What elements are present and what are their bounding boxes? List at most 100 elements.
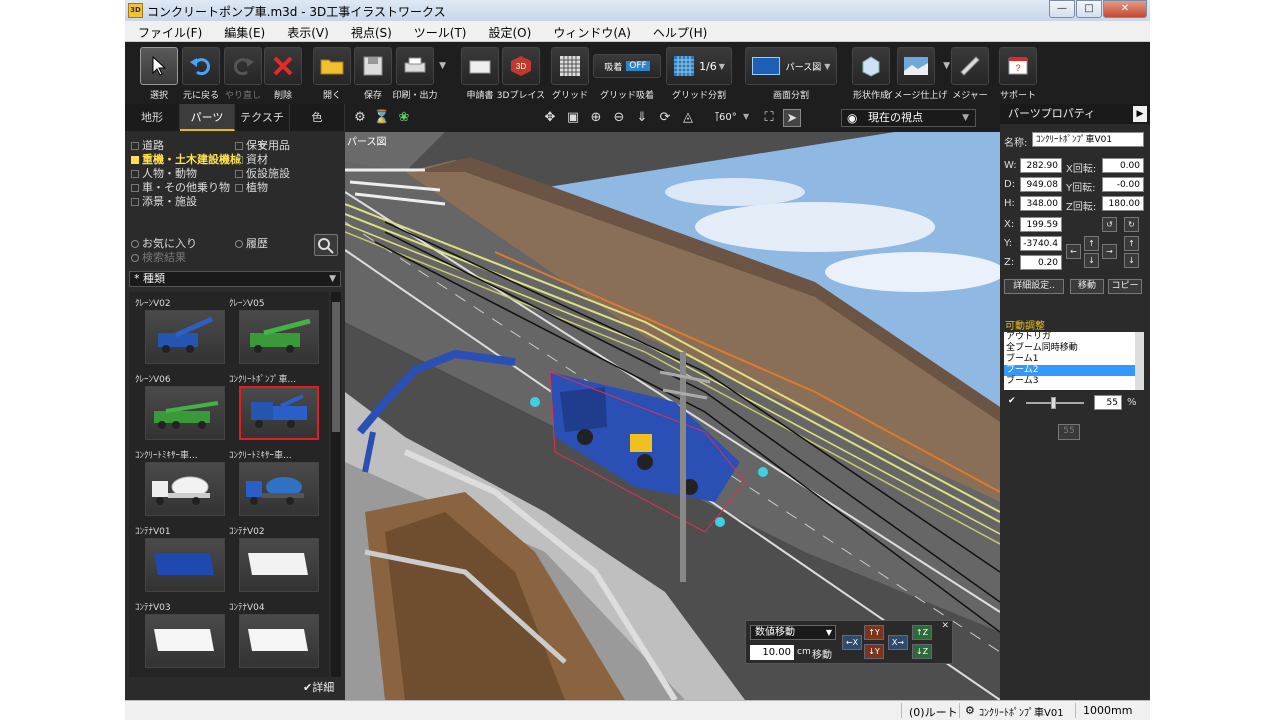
- z-position-field[interactable]: 0.20: [1020, 255, 1062, 270]
- copy-button[interactable]: コピー: [1108, 279, 1142, 294]
- select-cursor-icon[interactable]: ➤: [783, 109, 801, 127]
- joint-list[interactable]: アウトリガ 全ブーム同時移動 ブーム1 ブーム2 ブーム3: [1004, 332, 1144, 390]
- menu-viewpoint[interactable]: 視点(S): [338, 21, 401, 41]
- tilt-icon[interactable]: ◬: [679, 109, 697, 127]
- tab-terrain[interactable]: 地形: [125, 104, 180, 131]
- part-thumbnail[interactable]: ｸﾚｰﾝV02: [135, 296, 227, 370]
- view-angle-dropdown-icon[interactable]: ▼: [743, 112, 749, 121]
- move-arrows-icon[interactable]: ✥: [541, 109, 559, 127]
- print-button[interactable]: ▼ 印刷・出力: [392, 47, 446, 103]
- maximize-button[interactable]: □: [1076, 0, 1102, 18]
- move-minus-y-button[interactable]: ↓Y: [864, 644, 884, 659]
- depth-field[interactable]: 949.08: [1020, 177, 1062, 192]
- move-button[interactable]: 移動: [1070, 279, 1104, 294]
- zoom-area-icon[interactable]: ▣: [564, 109, 582, 127]
- list-item[interactable]: ブーム3: [1004, 376, 1144, 387]
- image-finish-dropdown-icon[interactable]: ▼: [943, 61, 950, 71]
- delete-button[interactable]: 削除: [263, 47, 303, 103]
- menu-edit[interactable]: 編集(E): [211, 21, 274, 41]
- menu-view[interactable]: 表示(V): [274, 21, 338, 41]
- move-minus-z-button[interactable]: ↓Z: [912, 644, 932, 659]
- minimize-button[interactable]: —: [1049, 0, 1075, 18]
- part-thumbnail[interactable]: ｺﾝﾃﾅV03: [135, 600, 227, 674]
- part-thumbnail[interactable]: ｺﾝｸﾘｰﾄﾐｷｻｰ車...: [229, 448, 321, 522]
- view-angle-value[interactable]: 60°: [719, 112, 737, 123]
- move-x-left-icon[interactable]: ←: [1066, 244, 1081, 259]
- 3d-viewport[interactable]: パース図 数値移動 ▼ 10.00 cm 移動 ←X ↑Y ↓Y X→ ↑Z ↓Z…: [345, 132, 1000, 700]
- tab-texture[interactable]: テクスチャ: [235, 104, 290, 151]
- search-button[interactable]: [314, 234, 338, 256]
- rotate-left-icon[interactable]: ↺: [1102, 217, 1117, 232]
- thumbnail-scrollbar[interactable]: [331, 292, 341, 677]
- tab-parts[interactable]: パーツ: [180, 104, 235, 131]
- part-thumbnail[interactable]: ｺﾝﾃﾅV02: [229, 524, 321, 598]
- part-thumbnail[interactable]: ｸﾚｰﾝV06: [135, 372, 227, 446]
- close-icon[interactable]: ✕: [941, 621, 949, 631]
- menu-settings[interactable]: 設定(O): [476, 21, 541, 41]
- place3d-button[interactable]: 3D 3Dプレイス: [497, 47, 545, 103]
- tab-color[interactable]: 色: [290, 104, 345, 131]
- list-item[interactable]: 全ブーム同時移動: [1004, 343, 1144, 354]
- part-thumbnail[interactable]: ｺﾝﾃﾅV04: [229, 600, 321, 674]
- grid-divide-control[interactable]: 1/6 ▼: [666, 47, 732, 85]
- slider-knob[interactable]: [1051, 397, 1056, 409]
- screen-split-button[interactable]: パース図 ▼ 画面分割: [745, 47, 837, 103]
- detail-settings-button[interactable]: 詳細設定..: [1004, 279, 1064, 294]
- height-field[interactable]: 348.00: [1020, 196, 1062, 211]
- joint-slider[interactable]: [1026, 397, 1084, 409]
- width-field[interactable]: 282.90: [1020, 158, 1062, 173]
- menu-help[interactable]: ヘルプ(H): [640, 21, 716, 41]
- support-button[interactable]: ? サポート: [998, 47, 1038, 103]
- menu-window[interactable]: ウィンドウ(A): [540, 21, 640, 41]
- list-item[interactable]: アウトリガ: [1004, 332, 1144, 343]
- fit-view-icon[interactable]: ⛶: [760, 109, 778, 127]
- zoom-out-icon[interactable]: ⊖: [610, 109, 628, 127]
- joint-list-scrollbar[interactable]: [1135, 332, 1144, 390]
- pan-down-icon[interactable]: ⇓: [633, 109, 651, 127]
- move-plus-z-button[interactable]: ↑Z: [912, 625, 932, 640]
- part-thumbnail[interactable]: ｺﾝｸﾘｰﾄﾐｷｻｰ車...: [135, 448, 227, 522]
- joint-value-field[interactable]: 55: [1094, 395, 1122, 410]
- image-finish-button[interactable]: ▼ イメージ仕上げ: [885, 47, 950, 103]
- menu-file[interactable]: ファイル(F): [125, 21, 211, 41]
- plant-icon[interactable]: ❀: [395, 109, 413, 127]
- measure-button[interactable]: メジャー: [950, 47, 990, 103]
- scrollbar-thumb[interactable]: [332, 302, 340, 432]
- move-mode-select[interactable]: 数値移動 ▼: [750, 625, 836, 640]
- kind-filter-select[interactable]: * 種類 ▼: [129, 271, 341, 287]
- view-mode-select[interactable]: パース図 ▼: [745, 47, 837, 85]
- x-position-field[interactable]: 199.59: [1020, 217, 1062, 232]
- snap-toggle[interactable]: 吸着 OFF: [593, 54, 661, 78]
- part-thumbnail[interactable]: ｸﾚｰﾝV05: [229, 296, 321, 370]
- hourglass-icon[interactable]: ⌛: [373, 109, 391, 127]
- x-rotation-field[interactable]: 0.00: [1102, 158, 1144, 173]
- print-dropdown-icon[interactable]: ▼: [439, 61, 446, 71]
- move-plus-y-button[interactable]: ↑Y: [864, 625, 884, 640]
- grid-snap-toggle[interactable]: 吸着 OFF グリッド吸着: [592, 47, 662, 103]
- move-y-up-icon[interactable]: ↑: [1084, 236, 1099, 251]
- list-item-selected[interactable]: ブーム2: [1004, 365, 1144, 376]
- zoom-in-icon[interactable]: ⊕: [587, 109, 605, 127]
- part-thumbnail[interactable]: ｺﾝﾃﾅV01: [135, 524, 227, 598]
- apply-value-button[interactable]: 55: [1058, 424, 1080, 440]
- move-y-down-icon[interactable]: ↓: [1084, 253, 1099, 268]
- radio-search-results[interactable]: 検索結果: [131, 249, 186, 265]
- rotate-right-icon[interactable]: ↻: [1124, 217, 1139, 232]
- walk-person-icon[interactable]: ⚙: [351, 109, 369, 127]
- close-button[interactable]: ✕: [1103, 0, 1147, 18]
- camera-view-select[interactable]: ◉ 現在の視点 ▼: [841, 109, 976, 127]
- move-value-input[interactable]: 10.00: [750, 645, 794, 660]
- detail-checkbox[interactable]: ✔詳細: [303, 679, 334, 695]
- checkmark-icon[interactable]: ✔: [1008, 396, 1018, 406]
- category-scenery[interactable]: 添景・施設: [131, 193, 197, 209]
- part-thumbnail-selected[interactable]: ｺﾝｸﾘｰﾄﾎﾟﾝﾌﾟ車...: [229, 372, 321, 446]
- move-z-down-icon[interactable]: ↓: [1124, 253, 1139, 268]
- move-z-up-icon[interactable]: ↑: [1124, 236, 1139, 251]
- pin-icon[interactable]: ▶: [1133, 106, 1147, 122]
- grid-divide-button[interactable]: 1/6 ▼ グリッド分割: [666, 47, 732, 103]
- list-item[interactable]: ブーム1: [1004, 354, 1144, 365]
- menu-tools[interactable]: ツール(T): [401, 21, 476, 41]
- z-rotation-field[interactable]: 180.00: [1102, 196, 1144, 211]
- y-position-field[interactable]: -3740.4: [1020, 236, 1062, 251]
- move-x-right-icon[interactable]: →: [1102, 244, 1117, 259]
